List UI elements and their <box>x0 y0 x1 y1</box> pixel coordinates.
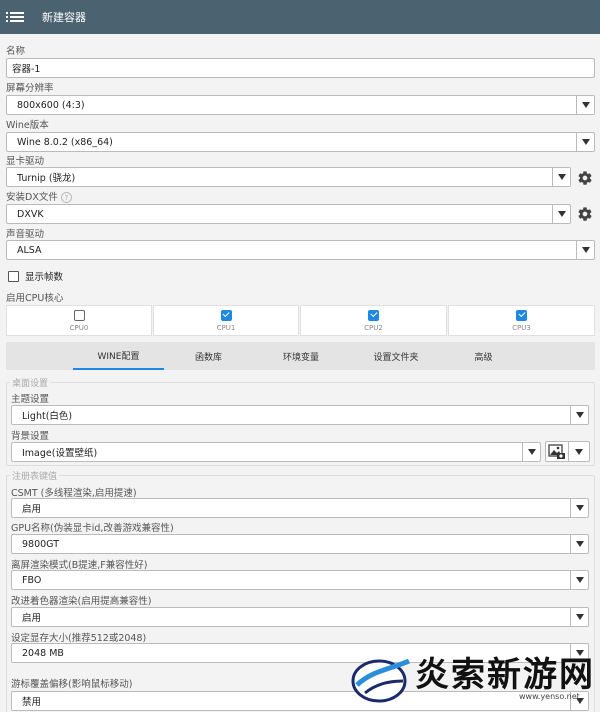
cpu-name: CPU0 <box>69 323 89 332</box>
cpu-name: CPU3 <box>512 323 531 332</box>
name-input[interactable]: 容器-1 <box>6 58 595 78</box>
show-fps-label: 显示帧数 <box>25 272 64 283</box>
dx-select[interactable]: DXVK <box>6 204 571 224</box>
cpu-core-option[interactable]: CPU3 <box>448 305 595 336</box>
gpu-name-label: GPU名称(伪装显卡id,改善游戏兼容性) <box>11 523 174 534</box>
dropdown-arrow-icon <box>568 442 588 461</box>
cpu1-checkbox[interactable] <box>220 309 232 321</box>
gpu-driver-settings-gear-icon[interactable] <box>576 169 594 187</box>
theme-select[interactable]: Light(白色) <box>11 405 589 425</box>
dropdown-arrow-icon <box>570 535 588 553</box>
wallpaper-image-icon <box>546 443 568 460</box>
watermark-text: 炎索新游网 <box>415 655 595 695</box>
dropdown-arrow-icon <box>552 205 570 223</box>
mouse-offset-label: 游标覆盖偏移(影响鼠标移动) <box>11 679 133 690</box>
resolution-select[interactable]: 800x600 (4:3) <box>6 95 595 115</box>
csmt-value: 启用 <box>22 504 42 515</box>
gpu-driver-select[interactable]: Turnip (骁龙) <box>6 167 571 187</box>
cpu-core-option[interactable]: CPU0 <box>6 305 152 336</box>
dx-settings-gear-icon[interactable] <box>576 205 594 223</box>
theme-value: Light(白色) <box>22 411 73 422</box>
dropdown-arrow-icon <box>570 571 588 589</box>
csmt-select[interactable]: 启用 <box>11 498 589 518</box>
name-label: 名称 <box>6 46 26 57</box>
dropdown-arrow-icon <box>570 608 588 626</box>
wine-value: Wine 8.0.2 (x86_64) <box>17 136 113 148</box>
cpu-core-option[interactable]: CPU2 <box>300 305 447 336</box>
offscreen-value: FBO <box>22 574 42 586</box>
offscreen-select[interactable]: FBO <box>11 570 589 590</box>
cpu-cores-label: 启用CPU核心 <box>6 293 64 304</box>
show-fps-checkbox[interactable] <box>8 270 19 282</box>
audio-value: ALSA <box>17 244 42 256</box>
tab-advanced[interactable]: 高级 <box>461 342 506 370</box>
resolution-label: 屏幕分辨率 <box>6 83 54 94</box>
tab-folders[interactable]: 设置文件夹 <box>356 342 436 370</box>
cpu3-checkbox[interactable] <box>516 309 527 321</box>
shader-label: 改进着色器渲染(启用提高兼容性) <box>11 596 152 607</box>
cpu-core-option[interactable]: CPU1 <box>153 305 299 336</box>
offscreen-label: 离屏渲染模式(B提速,F兼容性好) <box>11 560 148 571</box>
wallpaper-picker-button[interactable] <box>545 441 590 462</box>
dropdown-arrow-icon <box>570 406 588 424</box>
audio-label: 声音驱动 <box>6 229 45 240</box>
app-bar: 新建容器 <box>0 0 600 34</box>
show-fps-checkbox-row[interactable]: 显示帧数 <box>8 269 63 283</box>
dropdown-arrow-icon <box>576 133 594 151</box>
cpu2-checkbox[interactable] <box>368 309 379 321</box>
help-icon[interactable]: ? <box>60 192 72 203</box>
menu-icon[interactable] <box>0 0 34 34</box>
name-value: 容器-1 <box>12 64 41 75</box>
background-value: Image(设置壁纸) <box>22 448 98 459</box>
watermark-logo-icon <box>351 658 411 703</box>
wine-select[interactable]: Wine 8.0.2 (x86_64) <box>6 132 595 152</box>
dropdown-arrow-icon <box>552 168 570 186</box>
watermark-url: www.yenso.net <box>519 692 580 701</box>
cpu-name: CPU2 <box>364 323 383 332</box>
page-title: 新建容器 <box>42 11 86 24</box>
background-label: 背景设置 <box>11 431 50 442</box>
registry-title: 注册表键值 <box>10 469 60 482</box>
tab-bar: WINE配置 函数库 环境变量 设置文件夹 高级 <box>6 342 595 370</box>
csmt-label: CSMT (多线程渲染,启用提速) <box>11 488 137 499</box>
dx-label: 安装DX文件? <box>6 189 72 203</box>
dropdown-arrow-icon <box>570 499 588 517</box>
audio-select[interactable]: ALSA <box>6 240 595 260</box>
shader-value: 启用 <box>22 613 42 624</box>
cpu0-checkbox[interactable] <box>73 309 85 321</box>
dropdown-arrow-icon <box>522 443 540 461</box>
dropdown-arrow-icon <box>576 241 594 259</box>
background-select[interactable]: Image(设置壁纸) <box>11 442 541 462</box>
watermark: 炎索新游网 www.yenso.net <box>345 645 595 709</box>
desktop-settings-title: 桌面设置 <box>10 376 51 389</box>
gpu-name-value: 9800GT <box>22 538 60 550</box>
resolution-value: 800x600 (4:3) <box>17 99 85 111</box>
cpu-name: CPU1 <box>216 323 236 332</box>
dropdown-arrow-icon <box>576 96 594 114</box>
tab-wine-config[interactable]: WINE配置 <box>73 342 164 370</box>
wine-label: Wine版本 <box>6 120 49 131</box>
tab-env-vars[interactable]: 环境变量 <box>266 342 336 370</box>
theme-label: 主题设置 <box>11 394 50 405</box>
gpu-name-select[interactable]: 9800GT <box>11 534 589 554</box>
tab-libraries[interactable]: 函数库 <box>176 342 241 370</box>
gpu-driver-value: Turnip (骁龙) <box>17 173 76 184</box>
vram-label: 设定显存大小(推荐512或2048) <box>11 633 147 644</box>
gpu-driver-label: 显卡驱动 <box>6 156 45 167</box>
dx-value: DXVK <box>17 208 44 220</box>
shader-select[interactable]: 启用 <box>11 607 589 627</box>
